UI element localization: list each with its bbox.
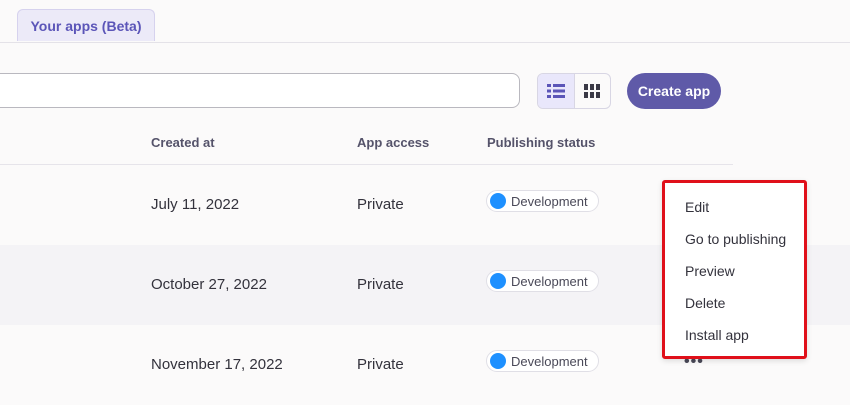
tab-your-apps[interactable]: Your apps (Beta) — [17, 9, 155, 41]
menu-item-install-app[interactable]: Install app — [685, 327, 749, 343]
created-at-cell: July 11, 2022 — [151, 196, 240, 213]
menu-item-edit[interactable]: Edit — [685, 199, 709, 215]
menu-item-preview[interactable]: Preview — [685, 263, 735, 279]
search-input[interactable] — [0, 73, 520, 108]
tab-bar: Your apps (Beta) — [0, 0, 850, 43]
status-label: Development — [511, 193, 588, 209]
column-header-app-access[interactable]: App access — [357, 135, 429, 150]
grid-view-button[interactable] — [575, 74, 611, 108]
menu-item-go-to-publishing[interactable]: Go to publishing — [685, 231, 786, 247]
created-at-cell: October 27, 2022 — [151, 276, 267, 293]
grid-icon — [584, 84, 601, 98]
status-badge: Development — [486, 270, 599, 292]
list-view-button[interactable] — [538, 74, 575, 108]
menu-item-delete[interactable]: Delete — [685, 295, 725, 311]
status-dot-icon — [490, 193, 506, 209]
created-at-cell: November 17, 2022 — [151, 356, 283, 373]
app-access-cell: Private — [357, 276, 404, 293]
status-label: Development — [511, 353, 588, 369]
more-horizontal-icon[interactable]: ••• — [684, 354, 704, 370]
status-label: Development — [511, 273, 588, 289]
app-access-cell: Private — [357, 356, 404, 373]
status-dot-icon — [490, 273, 506, 289]
view-toggle — [537, 73, 611, 109]
column-header-created-at[interactable]: Created at — [151, 135, 215, 150]
create-app-button[interactable]: Create app — [627, 73, 721, 109]
context-menu: Edit Go to publishing Preview Delete Ins… — [662, 180, 807, 359]
status-dot-icon — [490, 353, 506, 369]
column-header-publishing-status[interactable]: Publishing status — [487, 135, 595, 150]
list-icon — [546, 84, 565, 98]
app-access-cell: Private — [357, 196, 404, 213]
status-badge: Development — [486, 190, 599, 212]
